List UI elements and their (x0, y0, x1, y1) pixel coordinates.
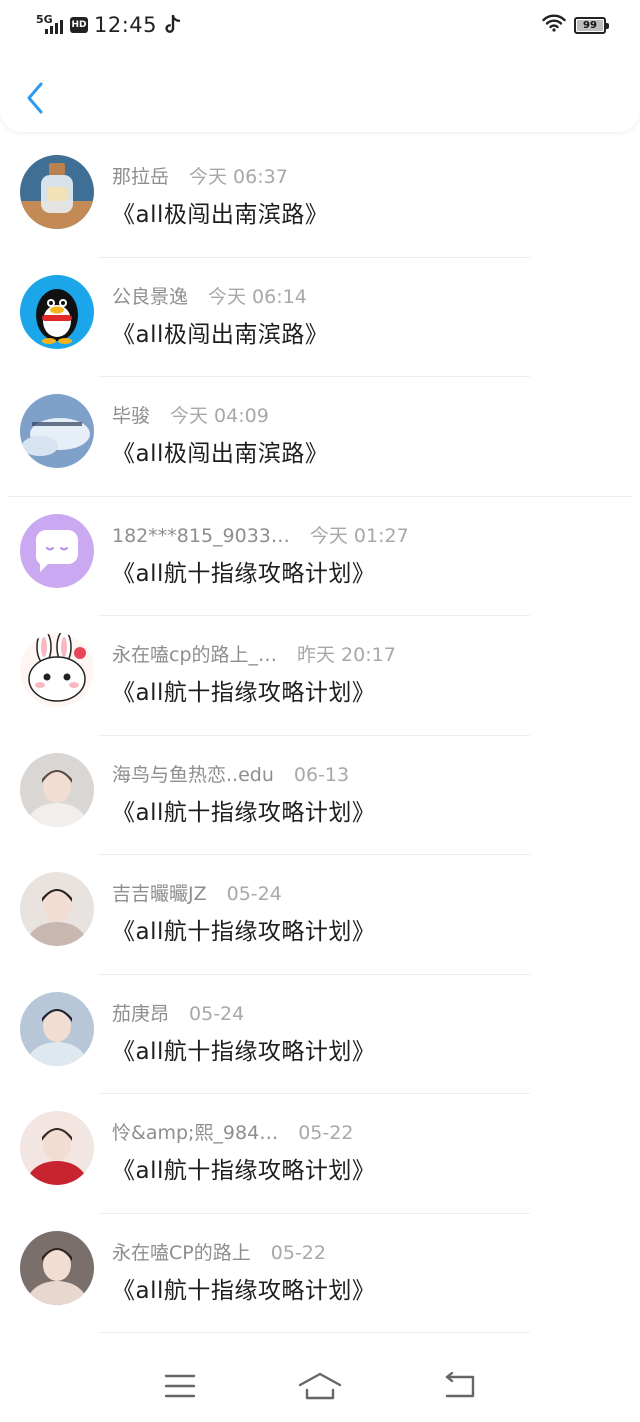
timestamp: 今天 01:27 (309, 524, 409, 547)
list-item[interactable]: 茄庚昂 05-24 《all航十指缘攻略计划》 (0, 975, 640, 1094)
user-name[interactable]: 毕骏 (112, 401, 150, 428)
work-title[interactable]: 《all极闯出南滨路》 (112, 434, 328, 468)
list-item[interactable]: 永在嗑cp的路上_… 昨天 20:17 《all航十指缘攻略计划》 (0, 616, 640, 736)
avatar[interactable] (20, 633, 94, 707)
user-name[interactable]: 海鸟与鱼热恋..edu (112, 760, 274, 787)
avatar[interactable] (20, 274, 94, 349)
work-title[interactable]: 《all航十指缘攻略计划》 (112, 1271, 375, 1305)
user-name[interactable]: 吉吉曮曮JZ (112, 879, 207, 906)
avatar[interactable] (20, 155, 94, 229)
timestamp: 05-24 (189, 1002, 245, 1025)
work-title[interactable]: 《all航十指缘攻略计划》 (112, 793, 375, 827)
item-meta: 怜&amp;熙_984… 05-22 (112, 1118, 353, 1145)
work-title[interactable]: 《all极闯出南滨路》 (112, 315, 328, 349)
item-meta: 茄庚昂 05-24 (112, 999, 244, 1026)
screen: 5G HD 12:45 99 那拉岳 今天 06:37 《all极闯出南滨路》 … (0, 0, 640, 1422)
timestamp: 05-22 (298, 1122, 354, 1144)
back-icon (445, 1372, 475, 1398)
user-name[interactable]: 182***815_9033… (112, 525, 290, 547)
chevron-left-icon (27, 82, 43, 114)
item-meta: 海鸟与鱼热恋..edu 06-13 (112, 760, 349, 787)
timestamp: 今天 06:37 (189, 166, 288, 188)
timestamp: 今天 06:14 (208, 285, 307, 308)
user-name[interactable]: 那拉岳 (112, 162, 169, 189)
item-meta: 永在嗑cp的路上_… 昨天 20:17 (112, 640, 396, 667)
item-meta: 永在嗑CP的路上 05-22 (112, 1238, 326, 1265)
avatar[interactable] (20, 394, 94, 468)
battery-icon: 99 (574, 16, 609, 34)
list-item[interactable]: 吉吉曮曮JZ 05-24 《all航十指缘攻略计划》 (0, 855, 640, 975)
divider (98, 1332, 530, 1333)
list-item[interactable]: 公良景逸 今天 06:14 《all极闯出南滨路》 (0, 258, 640, 377)
message-list: 那拉岳 今天 06:37 《all极闯出南滨路》 公良景逸 今天 06:14 《all极… (0, 138, 640, 1333)
list-item[interactable]: 永在嗑CP的路上 05-22 《all航十指缘攻略计划》 (0, 1214, 640, 1333)
home-icon (298, 1372, 342, 1400)
list-item[interactable]: 182***815_9033… 今天 01:27 《all航十指缘攻略计划》 (0, 497, 640, 616)
list-item[interactable]: 那拉岳 今天 06:37 《all极闯出南滨路》 (0, 138, 640, 258)
timestamp: 06-13 (293, 763, 350, 786)
header (0, 50, 640, 132)
item-meta: 吉吉曮曮JZ 05-24 (112, 879, 282, 906)
user-name[interactable]: 怜&amp;熙_984… (112, 1118, 278, 1145)
user-name[interactable]: 永在嗑CP的路上 (112, 1238, 251, 1265)
item-meta: 毕骏 今天 04:09 (112, 401, 269, 428)
battery-level: 99 (583, 19, 597, 31)
avatar[interactable] (20, 513, 94, 588)
work-title[interactable]: 《all航十指缘攻略计划》 (112, 912, 375, 946)
timestamp: 今天 04:09 (170, 405, 269, 427)
wifi-icon (542, 14, 566, 36)
list-item[interactable]: 毕骏 今天 04:09 《all极闯出南滨路》 (0, 377, 640, 497)
avatar[interactable] (20, 1111, 94, 1185)
timestamp: 05-24 (226, 883, 282, 905)
status-bar: 5G HD 12:45 99 (0, 0, 640, 50)
item-meta: 那拉岳 今天 06:37 (112, 162, 288, 189)
work-title[interactable]: 《all航十指缘攻略计划》 (112, 673, 375, 707)
work-title[interactable]: 《all航十指缘攻略计划》 (112, 554, 375, 588)
menu-button[interactable] (155, 1366, 205, 1406)
timestamp: 昨天 20:17 (297, 644, 396, 666)
list-item[interactable]: 海鸟与鱼热恋..edu 06-13 《all航十指缘攻略计划》 (0, 736, 640, 855)
list-item[interactable]: 怜&amp;熙_984… 05-22 《all航十指缘攻略计划》 (0, 1094, 640, 1214)
user-name[interactable]: 公良景逸 (112, 282, 188, 309)
navigation-bar (0, 1350, 640, 1422)
system-back-button[interactable] (435, 1366, 485, 1406)
item-meta: 182***815_9033… 今天 01:27 (112, 521, 409, 548)
user-name[interactable]: 茄庚昂 (112, 999, 169, 1026)
back-button[interactable] (20, 78, 50, 118)
avatar[interactable] (20, 752, 94, 827)
hd-badge: HD (70, 17, 88, 33)
work-title[interactable]: 《all航十指缘攻略计划》 (112, 1032, 375, 1066)
clock: 12:45 (94, 13, 158, 37)
signal-icon: 5G (36, 14, 66, 36)
avatar[interactable] (20, 1230, 94, 1305)
home-button[interactable] (295, 1366, 345, 1406)
user-name[interactable]: 永在嗑cp的路上_… (112, 640, 277, 667)
item-meta: 公良景逸 今天 06:14 (112, 282, 307, 309)
avatar[interactable] (20, 991, 94, 1066)
work-title[interactable]: 《all航十指缘攻略计划》 (112, 1151, 375, 1185)
timestamp: 05-22 (270, 1241, 326, 1264)
tiktok-icon (165, 15, 181, 35)
work-title[interactable]: 《all极闯出南滨路》 (112, 195, 328, 229)
menu-icon (164, 1374, 196, 1398)
avatar[interactable] (20, 872, 94, 946)
